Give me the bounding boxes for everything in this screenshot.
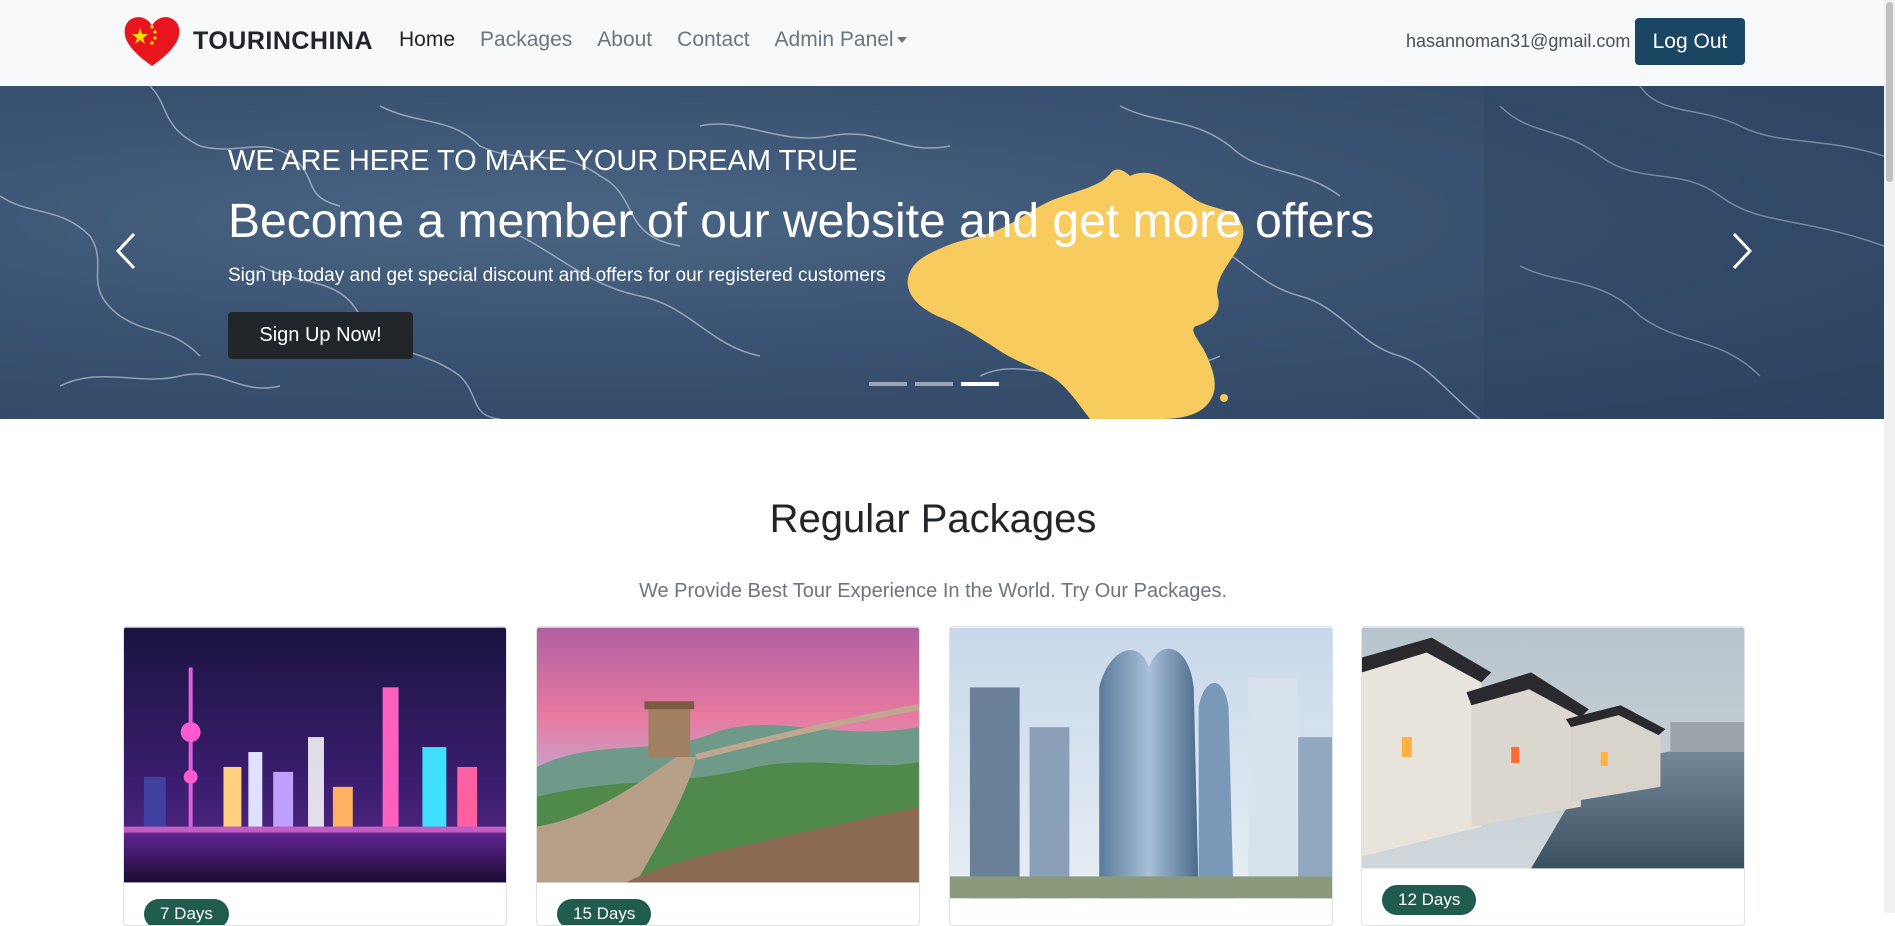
brand-name: TOURINCHINA [193,26,374,55]
user-email: hasannoman31@gmail.com [1406,31,1631,51]
carousel-next-chevron-icon[interactable] [1726,226,1756,276]
modern-towers-image [950,627,1332,899]
great-wall-image [537,627,919,883]
carousel-indicator-2[interactable] [915,382,953,386]
shanghai-night-skyline-image [124,627,506,883]
hero-carousel: WE ARE HERE TO MAKE YOUR DREAM TRUE Beco… [0,86,1884,419]
package-card-2[interactable]: 15 Days [536,626,920,926]
page-scrollbar[interactable] [1884,0,1895,913]
sign-up-button[interactable]: Sign Up Now! [228,312,413,359]
hero-title: Become a member of our website and get m… [228,195,1375,248]
logout-button[interactable]: Log Out [1635,18,1745,65]
package-card-1[interactable]: 7 Days [123,626,507,926]
carousel-indicator-1[interactable] [869,382,907,386]
brand[interactable]: TOURINCHINA [123,14,373,68]
scrollbar-thumb[interactable] [1886,2,1893,182]
duration-badge: 12 Days [1382,885,1477,915]
china-heart-logo-icon [124,17,180,66]
navbar: TOURINCHINA Home Packages About Contact … [0,0,1884,86]
section-subtitle: We Provide Best Tour Experience In the W… [638,580,1228,602]
nav-links: Home Packages About Contact Admin Panel [399,28,932,52]
package-card-3[interactable] [949,626,1333,926]
nav-contact[interactable]: Contact [677,28,749,52]
hero-kicker: WE ARE HERE TO MAKE YOUR DREAM TRUE [228,145,858,177]
carousel-prev-chevron-icon[interactable] [112,226,142,276]
package-card-4[interactable]: 12 Days [1361,626,1745,926]
carousel-indicator-3[interactable] [961,382,999,386]
carousel-indicators [869,382,999,386]
world-map-background [0,86,1884,419]
nav-admin-panel-dropdown[interactable]: Admin Panel [775,28,907,52]
section-title: Regular Packages [769,497,1097,541]
admin-panel-label: Admin Panel [774,28,894,51]
nav-packages[interactable]: Packages [480,28,572,52]
nav-about[interactable]: About [597,28,652,52]
nav-home[interactable]: Home [399,28,455,52]
hero-subtitle: Sign up today and get special discount a… [228,265,886,286]
water-town-image [1362,627,1744,869]
caret-down-icon [896,37,907,44]
